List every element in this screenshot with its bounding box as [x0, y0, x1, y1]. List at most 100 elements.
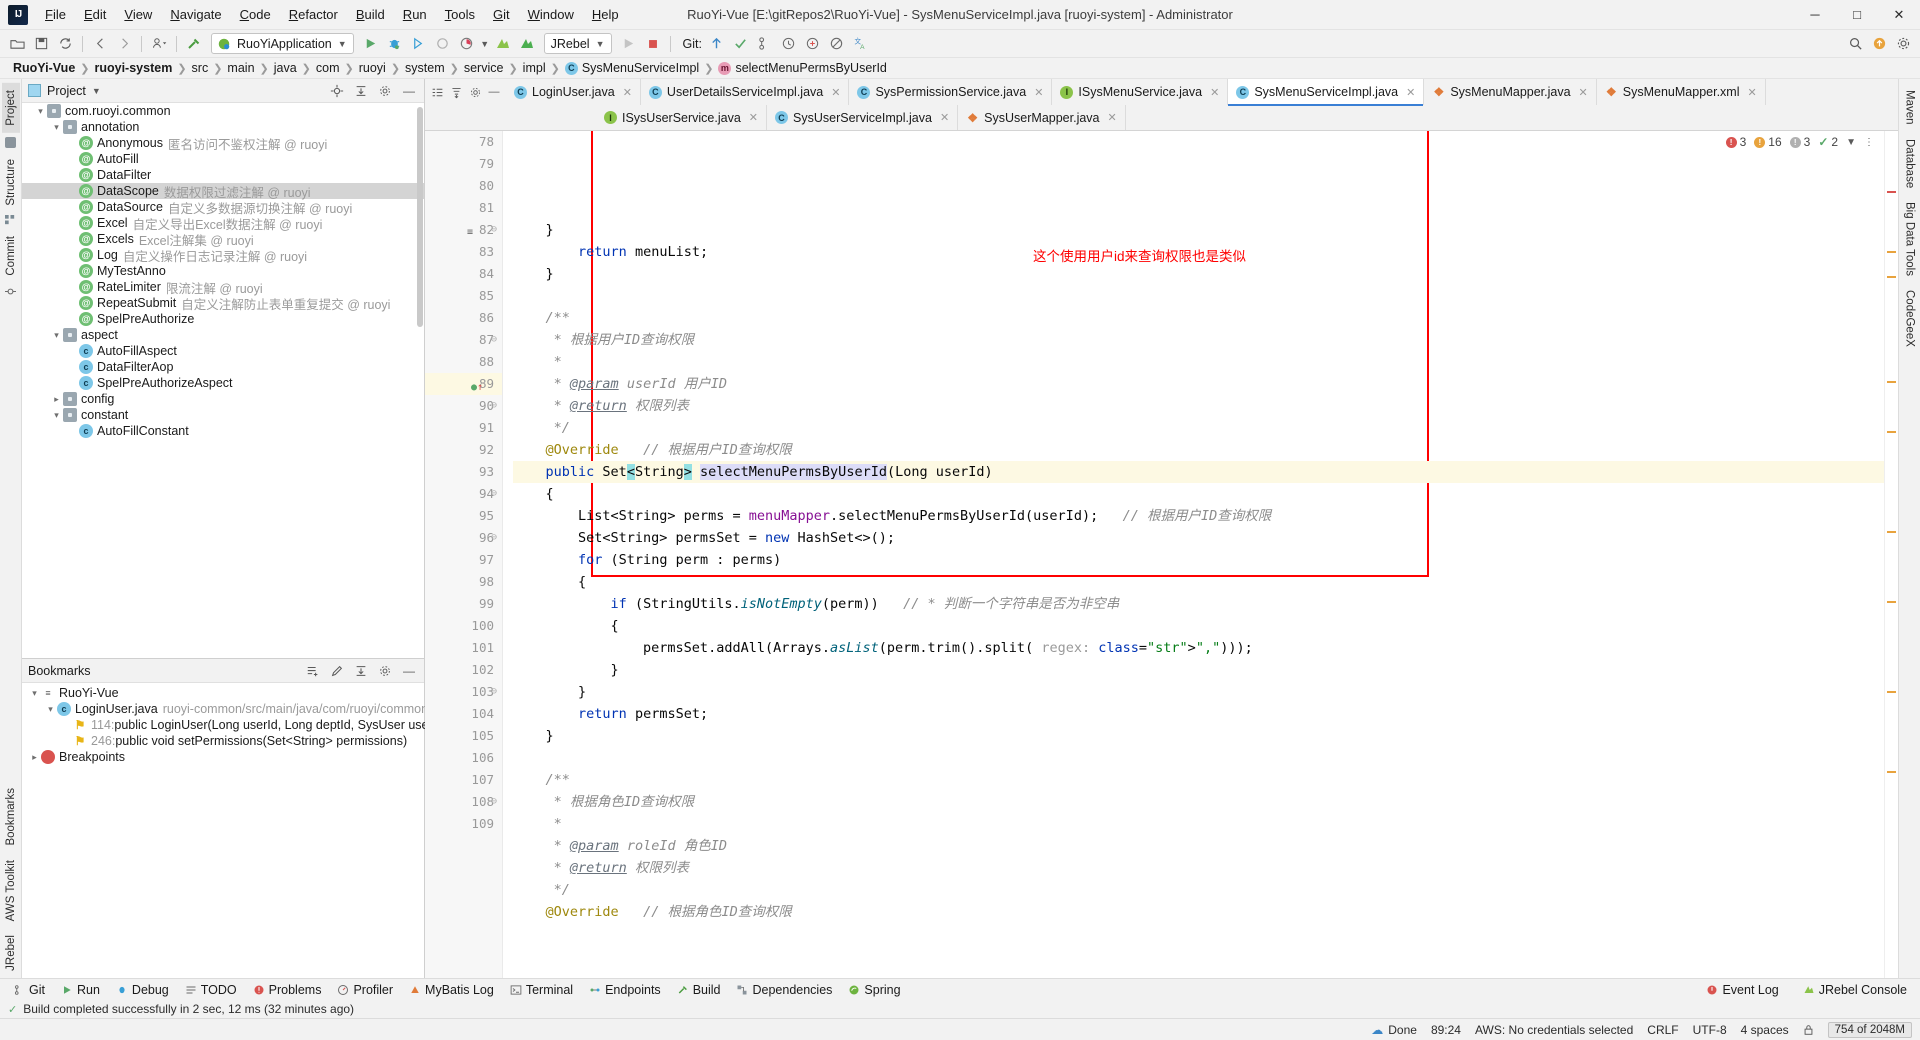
menu-file[interactable]: File — [36, 3, 75, 26]
code-line[interactable]: } — [513, 263, 1884, 285]
project-panel-title-group[interactable]: Project ▼ — [28, 84, 101, 98]
tree-node[interactable]: ▾ aspect — [22, 327, 424, 343]
close-icon[interactable]: ✕ — [1747, 86, 1756, 99]
run-with-profiler-icon[interactable] — [408, 33, 430, 55]
tree-node[interactable]: c AutoFillConstant — [22, 423, 424, 439]
code-line[interactable]: * @param roleId 角色ID — [513, 835, 1884, 857]
close-icon[interactable]: ✕ — [1108, 111, 1117, 124]
menu-window[interactable]: Window — [519, 3, 583, 26]
code-line[interactable]: /** — [513, 769, 1884, 791]
build-hammer-icon[interactable] — [183, 33, 205, 55]
error-count[interactable]: ! 3 — [1725, 135, 1746, 149]
settings-gear-icon[interactable] — [1892, 33, 1914, 55]
close-icon[interactable]: ✕ — [623, 86, 632, 99]
gutter-line[interactable]: 101 — [425, 637, 502, 659]
gutter-line[interactable]: 103 ⊖ — [425, 681, 502, 703]
breadcrumb-item-ruoyi[interactable]: ruoyi — [354, 61, 391, 75]
code-line[interactable]: } — [513, 681, 1884, 703]
gutter-line[interactable]: 108 ⊖ — [425, 791, 502, 813]
gutter-line[interactable]: 96 ⊖ — [425, 527, 502, 549]
stop-icon[interactable] — [642, 33, 664, 55]
code-line[interactable]: * @param userId 用户ID — [513, 373, 1884, 395]
chevron-right-icon[interactable]: ▸ — [50, 394, 63, 405]
editor-tab[interactable]: I ISysUserService.java ✕ — [596, 105, 768, 130]
code-line[interactable]: @Override // 根据用户ID查询权限 — [513, 439, 1884, 461]
marker-stripe[interactable] — [1887, 251, 1896, 253]
editor-settings-icon[interactable] — [467, 82, 483, 102]
marker-stripe[interactable] — [1887, 771, 1896, 773]
menu-git[interactable]: Git — [484, 3, 519, 26]
tree-node[interactable]: @ Anonymous 匿名访问不鉴权注解 @ ruoyi — [22, 135, 424, 152]
code-line[interactable]: * @return 权限列表 — [513, 857, 1884, 879]
chevron-down-icon[interactable]: ▾ — [50, 410, 63, 421]
update-available-icon[interactable] — [1868, 33, 1890, 55]
toolwindow-run[interactable]: Run — [54, 981, 107, 999]
code-line[interactable]: List<String> perms = menuMapper.selectMe… — [513, 505, 1884, 527]
gutter-line[interactable]: 83 — [425, 241, 502, 263]
breadcrumb-item-main[interactable]: main — [222, 61, 259, 75]
inspection-widget[interactable]: ! 3 ! 16 ! 3 ✓ 2 ▼ ⋮ — [1725, 135, 1874, 149]
menu-navigate[interactable]: Navigate — [161, 3, 230, 26]
marker-stripe[interactable] — [1887, 431, 1896, 433]
chevron-down-icon[interactable]: ▾ — [44, 704, 57, 715]
bookmarks-hide-icon[interactable]: — — [400, 662, 418, 680]
tree-node[interactable]: c DataFilterAop — [22, 359, 424, 375]
no-entry-icon[interactable] — [826, 33, 848, 55]
editor-tab[interactable]: C SysUserServiceImpl.java ✕ — [767, 105, 959, 130]
gutter-line[interactable]: 109 — [425, 813, 502, 835]
toolwindow-spring[interactable]: Spring — [841, 981, 907, 999]
gutter-line[interactable]: 98 — [425, 571, 502, 593]
inspect-code-icon[interactable] — [802, 33, 824, 55]
open-folder-icon[interactable] — [6, 33, 28, 55]
gutter-line[interactable]: 82 ⊖ ≡ — [425, 219, 502, 241]
breadcrumb-item-src[interactable]: src — [187, 61, 214, 75]
gutter-line[interactable]: 87 ⊖ — [425, 329, 502, 351]
bookmarks-options-icon[interactable] — [376, 662, 394, 680]
panel-options-icon[interactable] — [376, 82, 394, 100]
run-configuration-selector[interactable]: RuoYiApplication ▼ — [211, 33, 354, 54]
chevron-down-icon[interactable]: ▾ — [50, 122, 63, 133]
gutter-line[interactable]: 100 — [425, 615, 502, 637]
chevron-down-icon[interactable]: ▼ — [92, 86, 101, 96]
status-done[interactable]: ☁ Done — [1371, 1023, 1417, 1037]
breadcrumb-item-system[interactable]: system — [400, 61, 450, 75]
inspection-chevron-icon[interactable]: ▼ — [1846, 137, 1856, 148]
coverage-dropdown-icon[interactable]: ▼ — [480, 33, 490, 55]
toolwindow-dependencies[interactable]: Dependencies — [729, 981, 839, 999]
close-icon[interactable]: ✕ — [1406, 86, 1415, 99]
bookmarks-tree[interactable]: ▾ ≡ RuoYi-Vue ▾ c LoginUser.java ruoyi-common/… — [22, 683, 484, 978]
editor-marker-strip[interactable] — [1884, 131, 1898, 978]
toolwindow-terminal[interactable]: Terminal — [503, 981, 580, 999]
save-all-icon[interactable] — [30, 33, 52, 55]
code-line[interactable]: { — [513, 615, 1884, 637]
tree-node[interactable]: @ RepeatSubmit 自定义注解防止表单重复提交 @ ruoyi — [22, 295, 424, 312]
fold-marker-icon[interactable]: ⊖ — [488, 681, 500, 703]
menu-refactor[interactable]: Refactor — [280, 3, 347, 26]
gutter-line[interactable]: 79 — [425, 153, 502, 175]
jrebel-debug-icon[interactable] — [516, 33, 538, 55]
gutter-line[interactable]: 92 — [425, 439, 502, 461]
rail-item-structure[interactable]: Structure — [2, 152, 20, 213]
weak-warning-count[interactable]: ! 3 — [1789, 135, 1810, 149]
fold-marker-icon[interactable]: ⊖ — [488, 329, 500, 351]
gutter-line[interactable]: 78 — [425, 131, 502, 153]
marker-stripe[interactable] — [1887, 381, 1896, 383]
rail-item-project[interactable]: Project — [1, 83, 20, 133]
code-line[interactable]: * — [513, 813, 1884, 835]
close-icon[interactable]: ✕ — [1210, 86, 1219, 99]
fold-marker-icon[interactable]: ⊖ — [488, 791, 500, 813]
toolwindow-todo[interactable]: TODO — [178, 981, 244, 999]
editor-tab[interactable]: I ISysMenuService.java ✕ — [1052, 79, 1229, 105]
editor-tab[interactable]: ❖ SysUserMapper.java ✕ — [958, 105, 1126, 130]
edit-bookmark-icon[interactable] — [328, 662, 346, 680]
code-line[interactable]: } — [513, 659, 1884, 681]
fold-marker-icon[interactable]: ⊖ — [488, 219, 500, 241]
gutter-line[interactable]: 95 — [425, 505, 502, 527]
add-bookmark-list-icon[interactable] — [304, 662, 322, 680]
close-icon[interactable]: ✕ — [831, 86, 840, 99]
toolwindow-mybatis-log[interactable]: MyBatis Log — [402, 981, 501, 999]
toolwindow-debug[interactable]: Debug — [109, 981, 176, 999]
toolwindow-problems[interactable]: Problems — [246, 981, 329, 999]
check-count[interactable]: ✓ 2 — [1818, 135, 1838, 149]
menu-build[interactable]: Build — [347, 3, 394, 26]
